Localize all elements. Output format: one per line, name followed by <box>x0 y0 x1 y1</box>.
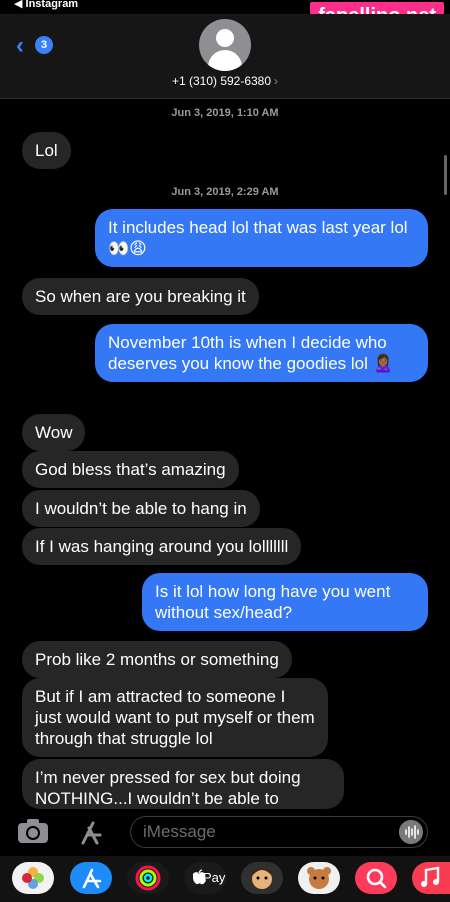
received-message[interactable]: But if I am attracted to someone I just … <box>22 678 328 757</box>
photos-app-icon[interactable] <box>12 862 54 894</box>
timestamp: Jun 3, 2019, 2:29 AM <box>171 186 279 198</box>
received-message[interactable]: God bless that’s amazing <box>22 451 239 488</box>
avatar-body <box>208 50 242 71</box>
contact-number: +1 (310) 592-6380 <box>171 74 272 88</box>
apple-pay-label: Pay <box>203 870 226 885</box>
conversation-header: ‹ 3 +1 (310) 592-6380 › <box>0 14 450 99</box>
message-input[interactable] <box>131 817 395 847</box>
received-message[interactable]: I wouldn’t be able to hang in <box>22 490 260 527</box>
imessage-field[interactable] <box>130 816 428 848</box>
back-chevron-icon[interactable]: ‹ <box>16 32 24 60</box>
animoji-app-icon[interactable] <box>298 862 340 894</box>
unread-count-badge[interactable]: 3 <box>35 36 53 54</box>
received-message[interactable]: I’m never pressed for sex but doing NOTH… <box>22 759 344 809</box>
app-store-app-icon[interactable] <box>70 862 112 894</box>
scroll-indicator[interactable] <box>444 155 447 195</box>
timestamp: Jun 3, 2019, 1:10 AM <box>171 107 279 119</box>
imessage-app-drawer: Pay <box>0 856 450 902</box>
avatar-head <box>216 29 234 47</box>
sent-message[interactable]: November 10th is when I decide who deser… <box>95 324 428 382</box>
camera-icon[interactable] <box>17 818 49 844</box>
app-store-a-icon <box>82 868 102 889</box>
memoji-face-icon <box>252 868 272 889</box>
memoji-app-icon[interactable] <box>241 862 283 894</box>
audio-message-icon[interactable] <box>399 820 423 844</box>
app-store-icon[interactable] <box>74 818 106 846</box>
received-message[interactable]: If I was hanging around you lolllllll <box>22 528 302 565</box>
music-app-icon[interactable] <box>412 862 450 894</box>
compose-bar <box>0 810 450 856</box>
apple-pay-app-icon[interactable]: Pay <box>184 862 226 894</box>
activity-app-icon[interactable] <box>127 862 169 894</box>
received-message[interactable]: Lol <box>22 132 71 169</box>
received-message[interactable]: Prob like 2 months or something <box>22 641 292 678</box>
sent-message[interactable]: Is it lol how long have you went without… <box>142 573 428 631</box>
sent-message[interactable]: It includes head lol that was last year … <box>95 209 428 267</box>
magnifier-icon <box>366 868 387 889</box>
received-message[interactable]: So when are you breaking it <box>22 278 259 315</box>
photos-flower-icon <box>22 867 44 889</box>
contact-name[interactable]: +1 (310) 592-6380 › <box>0 74 450 88</box>
chevron-right-icon: › <box>274 74 279 88</box>
music-note-icon <box>421 866 440 887</box>
search-images-app-icon[interactable] <box>355 862 397 894</box>
contact-avatar[interactable] <box>199 19 251 71</box>
back-to-app-link[interactable]: ◀ Instagram <box>14 0 78 10</box>
received-message[interactable]: Wow <box>22 414 86 451</box>
activity-rings-icon <box>135 865 161 891</box>
animoji-face-icon <box>307 867 331 889</box>
